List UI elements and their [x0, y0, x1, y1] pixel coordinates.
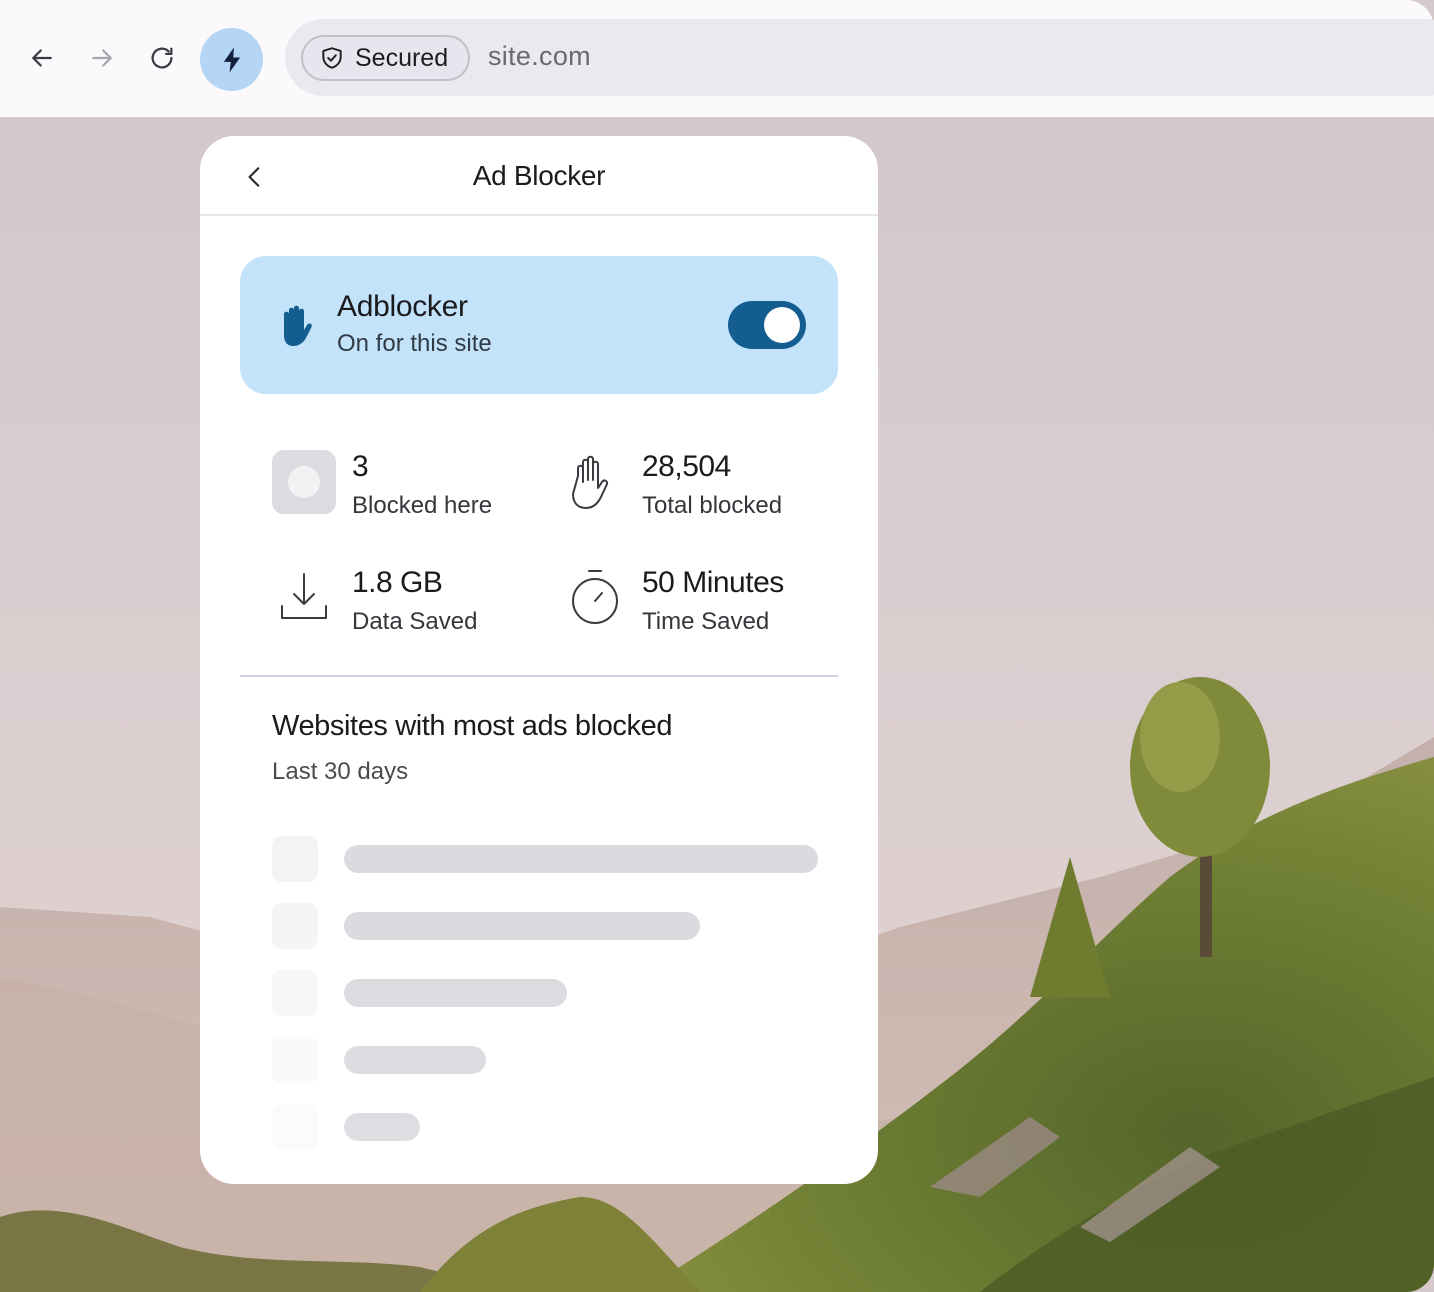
- stat-time-saved: 50 Minutes Time Saved: [570, 566, 838, 636]
- address-bar[interactable]: Secured site.com: [285, 19, 1434, 96]
- adblocker-status: On for this site: [337, 330, 492, 357]
- reload-button[interactable]: [137, 33, 187, 83]
- adblocker-title: Adblocker: [337, 290, 468, 323]
- placeholder-row: [272, 903, 832, 949]
- browser-toolbar: Secured site.com: [0, 0, 1434, 117]
- stat-label: Data Saved: [352, 608, 478, 635]
- stat-value: 3: [352, 450, 369, 483]
- reload-icon: [151, 47, 173, 69]
- back-button[interactable]: [17, 33, 67, 83]
- browser-window: Secured site.com Ad Blocker Adblocker On…: [0, 0, 1434, 1292]
- adblocker-toggle-card: Adblocker On for this site: [240, 256, 838, 394]
- panel-title: Ad Blocker: [472, 160, 606, 191]
- stat-value: 50 Minutes: [642, 566, 784, 599]
- stat-value: 1.8 GB: [352, 566, 443, 599]
- placeholder-favicon: [272, 1104, 318, 1150]
- placeholder-text-bar: [344, 979, 567, 1007]
- lightning-bolt-icon: [223, 47, 240, 72]
- hand-stop-icon: [284, 305, 312, 346]
- placeholder-text-bar: [344, 1113, 420, 1141]
- placeholder-text-bar: [344, 912, 700, 940]
- placeholder-row: [272, 1037, 832, 1083]
- stat-label: Blocked here: [352, 492, 493, 519]
- placeholder-row: [272, 970, 832, 1016]
- url-text[interactable]: site.com: [488, 41, 591, 72]
- security-indicator[interactable]: Secured: [301, 35, 470, 81]
- stat-data-saved: 1.8 GB Data Saved: [272, 566, 532, 636]
- ad-blocker-panel: Ad Blocker Adblocker On for this site 3 …: [200, 136, 878, 1184]
- download-icon: [281, 573, 327, 619]
- placeholder-favicon: [272, 836, 318, 882]
- hand-stop-outline-icon: [572, 455, 609, 509]
- placeholder-row: [272, 836, 832, 882]
- panel-header: Ad Blocker: [200, 136, 878, 216]
- placeholder-favicon: [272, 1037, 318, 1083]
- toggle-knob: [764, 307, 800, 343]
- forward-button[interactable]: [77, 33, 127, 83]
- security-label: Secured: [355, 43, 449, 72]
- section-title: Websites with most ads blocked: [272, 710, 673, 742]
- stat-total-blocked: 28,504 Total blocked: [570, 450, 838, 520]
- favicon-placeholder-icon: [272, 450, 336, 514]
- placeholder-text-bar: [344, 1046, 486, 1074]
- stopwatch-icon: [572, 570, 618, 624]
- speed-extension-button[interactable]: [200, 28, 263, 91]
- section-divider: [240, 675, 838, 677]
- placeholder-favicon: [272, 903, 318, 949]
- stat-label: Total blocked: [642, 492, 783, 519]
- stat-blocked-here: 3 Blocked here: [272, 450, 532, 520]
- placeholder-text-bar: [344, 845, 818, 873]
- adblocker-toggle[interactable]: [728, 301, 806, 349]
- stat-value: 28,504: [642, 450, 731, 483]
- placeholder-favicon: [272, 970, 318, 1016]
- section-subtitle: Last 30 days: [272, 758, 409, 785]
- stat-label: Time Saved: [642, 608, 770, 635]
- arrow-left-icon: [32, 49, 52, 67]
- arrow-right-icon: [92, 49, 112, 67]
- shield-check-icon: [322, 47, 342, 69]
- placeholder-row: [272, 1104, 832, 1150]
